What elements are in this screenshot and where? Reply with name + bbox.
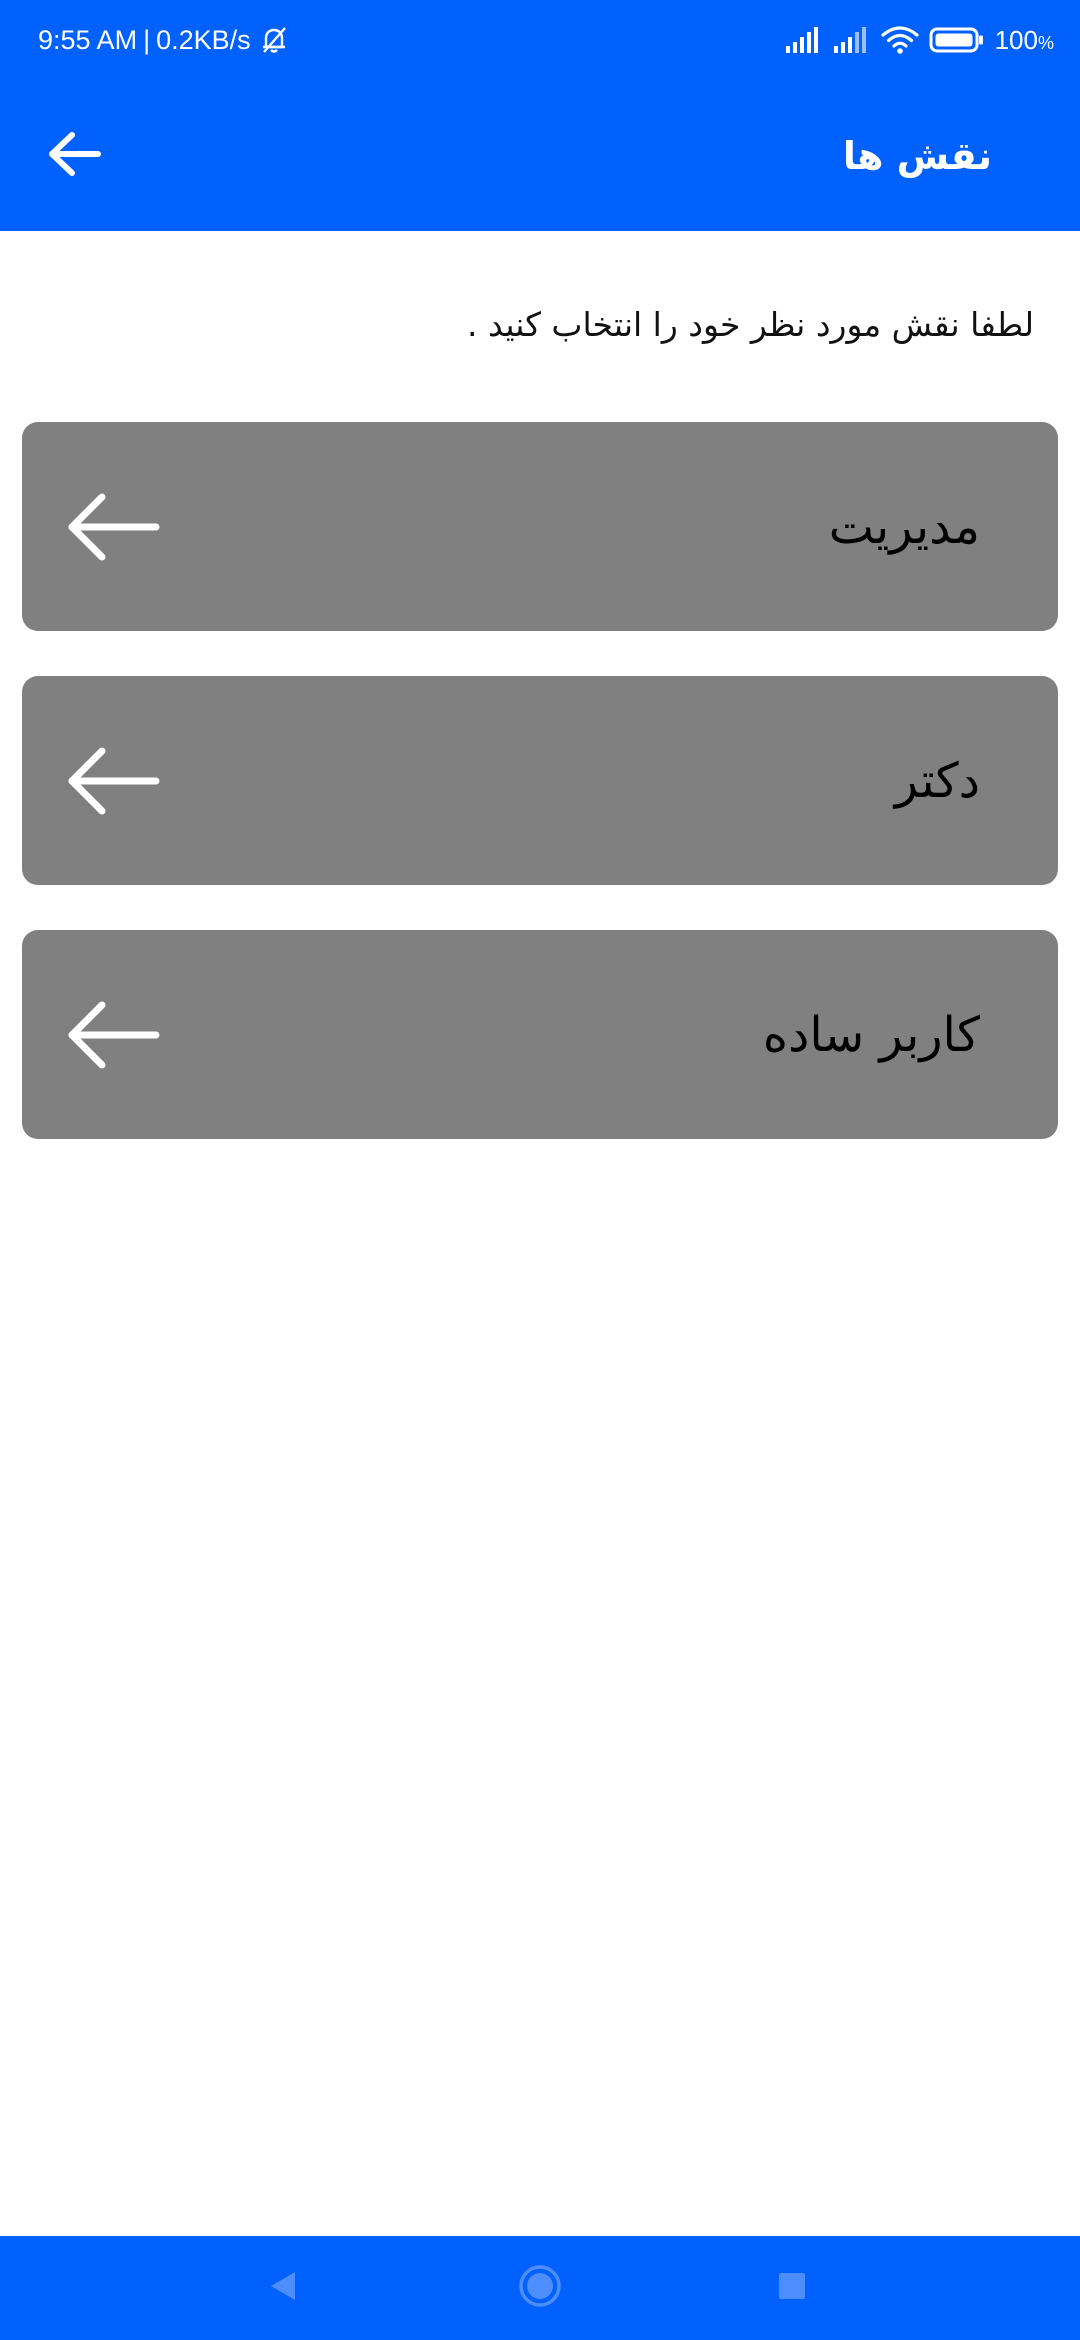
- role-label: مدیریت: [828, 498, 980, 555]
- battery-level: 100: [994, 24, 1038, 55]
- arrow-left-icon: [64, 995, 164, 1075]
- nav-home-button[interactable]: [510, 2258, 570, 2318]
- wifi-icon: [880, 25, 919, 55]
- page-title: نقش ها: [842, 134, 992, 178]
- system-nav-bar: [0, 2236, 1080, 2340]
- signal-icon: [785, 26, 823, 54]
- status-left: 9:55 AM | 0.2KB/s: [38, 20, 291, 60]
- role-label: دکتر: [894, 752, 980, 809]
- role-item-doctor[interactable]: دکتر: [22, 676, 1058, 885]
- signal-icon: [833, 26, 871, 54]
- app-bar: نقش ها: [0, 80, 1080, 231]
- back-button[interactable]: [30, 116, 120, 196]
- nav-recents-button[interactable]: [762, 2258, 822, 2318]
- status-net-speed: 0.2KB/s: [156, 24, 251, 55]
- status-time: 9:55 AM: [38, 24, 138, 55]
- role-item-simple-user[interactable]: کاربر ساده: [22, 930, 1058, 1139]
- muted-bell-icon: [257, 23, 291, 57]
- battery-percent: 100%: [995, 25, 1054, 56]
- back-triangle-icon: [267, 2269, 301, 2307]
- role-item-management[interactable]: مدیریت: [22, 422, 1058, 631]
- arrow-left-icon: [64, 487, 164, 567]
- arrow-left-icon: [64, 741, 164, 821]
- role-label: کاربر ساده: [762, 1006, 980, 1063]
- status-bar: 9:55 AM | 0.2KB/s 100%: [0, 0, 1080, 80]
- battery-icon: [929, 26, 985, 54]
- recents-square-icon: [777, 2271, 807, 2305]
- status-separator: |: [143, 24, 151, 55]
- nav-back-button[interactable]: [254, 2258, 314, 2318]
- roles-screen: 9:55 AM | 0.2KB/s 100% نقش ها لطفا نقش م…: [0, 0, 1080, 2340]
- arrow-left-icon: [48, 131, 102, 181]
- instruction-text: لطفا نقش مورد نظر خود را انتخاب کنید .: [467, 305, 1034, 344]
- battery-unit: %: [1037, 32, 1054, 53]
- status-right: 100%: [785, 20, 1054, 60]
- home-circle-icon: [517, 2263, 563, 2313]
